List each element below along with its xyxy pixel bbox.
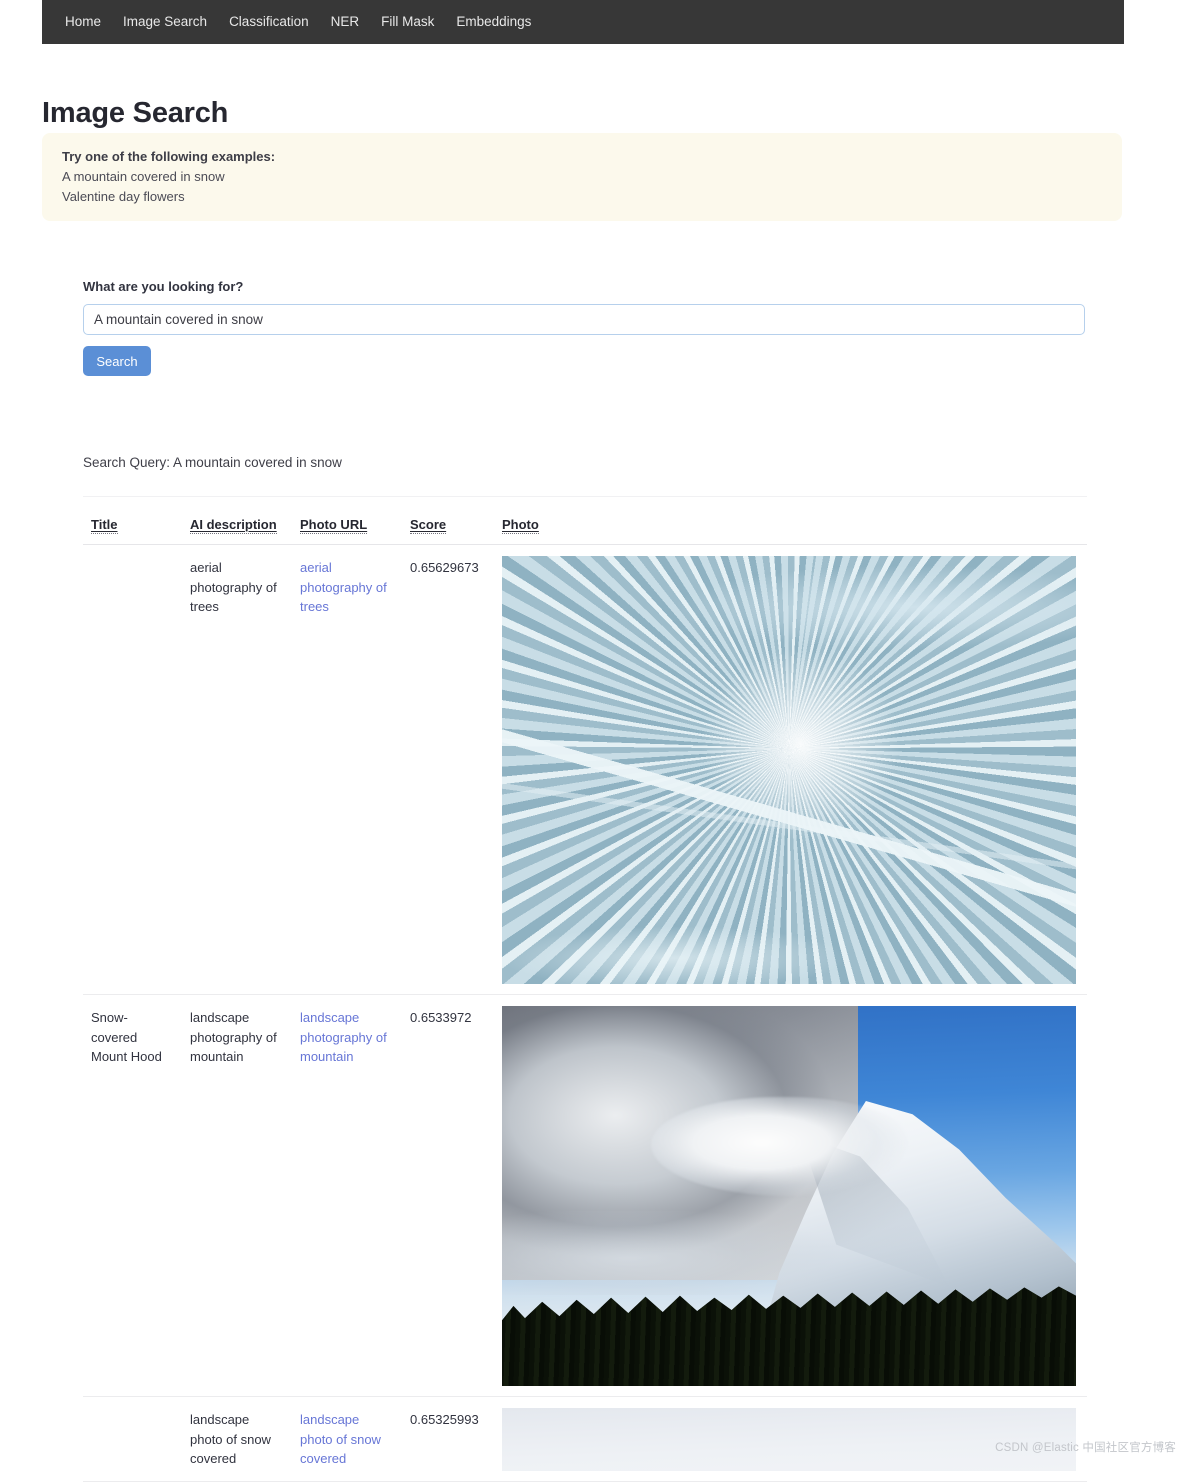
search-query-text: Search Query: A mountain covered in snow — [83, 455, 342, 470]
column-header-photo-url: Photo URL — [292, 497, 402, 545]
example-line-2: Valentine day flowers — [62, 187, 1102, 207]
cell-photo-url[interactable]: aerial photography of trees — [292, 545, 402, 995]
nav-item-classification[interactable]: Classification — [218, 0, 320, 44]
cell-photo-url[interactable]: landscape photo of snow covered — [292, 1397, 402, 1482]
cell-title — [83, 545, 182, 995]
results-table: Title AI description Photo URL Score Pho… — [83, 496, 1087, 1482]
low-cloud-shape — [502, 1211, 869, 1295]
cell-title: Snow-covered Mount Hood — [83, 995, 182, 1397]
result-photo-thumbnail — [502, 1408, 1076, 1471]
column-header-score: Score — [402, 497, 494, 545]
search-input[interactable] — [83, 304, 1085, 335]
results-table-container: Title AI description Photo URL Score Pho… — [83, 496, 1087, 1482]
cell-ai-description: landscape photo of snow covered — [182, 1397, 292, 1482]
cell-photo — [494, 545, 1087, 995]
cell-photo — [494, 1397, 1087, 1482]
table-header-row: Title AI description Photo URL Score Pho… — [83, 497, 1087, 545]
nav-item-embeddings[interactable]: Embeddings — [445, 0, 542, 44]
table-row: aerial photography of trees aerial photo… — [83, 545, 1087, 995]
cell-title — [83, 1397, 182, 1482]
navbar: Home Image Search Classification NER Fil… — [42, 0, 1124, 44]
column-header-title: Title — [83, 497, 182, 545]
search-button[interactable]: Search — [83, 346, 151, 376]
examples-alert: Try one of the following examples: A mou… — [42, 133, 1122, 221]
example-line-1: A mountain covered in snow — [62, 167, 1102, 187]
nav-item-home[interactable]: Home — [54, 0, 112, 44]
nav-item-fill-mask[interactable]: Fill Mask — [370, 0, 445, 44]
photo-url-link[interactable]: aerial photography of trees — [300, 560, 387, 614]
cell-photo — [494, 995, 1087, 1397]
page-title: Image Search — [42, 97, 228, 130]
result-photo-thumbnail — [502, 1006, 1076, 1386]
photo-url-link[interactable]: landscape photo of snow covered — [300, 1412, 381, 1466]
table-row: Snow-covered Mount Hood landscape photog… — [83, 995, 1087, 1397]
cell-score: 0.65325993 — [402, 1397, 494, 1482]
cell-score: 0.6533972 — [402, 995, 494, 1397]
cell-photo-url[interactable]: landscape photography of mountain — [292, 995, 402, 1397]
table-row: landscape photo of snow covered landscap… — [83, 1397, 1087, 1482]
column-header-ai-description: AI description — [182, 497, 292, 545]
cloud-plume-shape — [651, 1097, 915, 1196]
cell-ai-description: landscape photography of mountain — [182, 995, 292, 1397]
photo-url-link[interactable]: landscape photography of mountain — [300, 1010, 387, 1064]
column-header-photo: Photo — [494, 497, 1087, 545]
nav-item-ner[interactable]: NER — [320, 0, 371, 44]
cell-ai-description: aerial photography of trees — [182, 545, 292, 995]
nav-item-image-search[interactable]: Image Search — [112, 0, 218, 44]
examples-alert-title: Try one of the following examples: — [62, 147, 1102, 167]
search-form-label: What are you looking for? — [83, 279, 243, 294]
result-photo-thumbnail — [502, 556, 1076, 984]
cell-score: 0.65629673 — [402, 545, 494, 995]
